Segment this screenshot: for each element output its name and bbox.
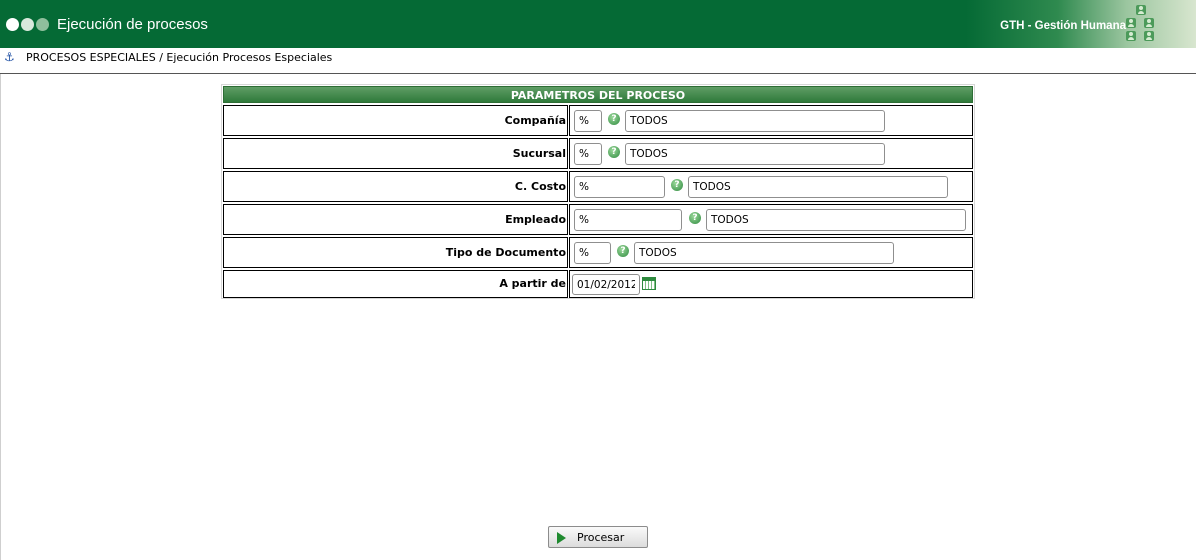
play-icon: [557, 532, 566, 544]
page-title: Ejecución de procesos: [57, 15, 208, 33]
user-group-icon: [1124, 5, 1160, 43]
divider: [0, 74, 1, 560]
param-label: A partir de: [223, 270, 568, 298]
process-button-label: Procesar: [577, 531, 625, 544]
compania-description-input[interactable]: [625, 110, 885, 132]
costo-description-input[interactable]: [688, 176, 948, 198]
help-icon[interactable]: ?: [671, 179, 683, 191]
param-row-costo: C. Costo ?: [223, 171, 973, 202]
param-label: Sucursal: [223, 138, 568, 169]
compania-code-input[interactable]: [574, 110, 602, 132]
process-button[interactable]: Procesar: [548, 526, 648, 548]
param-label: Tipo de Documento: [223, 237, 568, 268]
param-row-fecha: A partir de: [223, 270, 973, 298]
param-row-empleado: Empleado ?: [223, 204, 973, 235]
help-icon[interactable]: ?: [689, 212, 701, 224]
params-title: PARAMETROS DEL PROCESO: [223, 86, 973, 103]
sucursal-description-input[interactable]: [625, 143, 885, 165]
empleado-code-input[interactable]: [574, 209, 682, 231]
anchor-icon[interactable]: ⚓: [4, 50, 15, 64]
param-row-tipo-documento: Tipo de Documento ?: [223, 237, 973, 268]
tipo-documento-description-input[interactable]: [634, 242, 894, 264]
empleado-description-input[interactable]: [706, 209, 966, 231]
app-name: GTH - Gestión Humana: [1000, 20, 1126, 32]
help-icon[interactable]: ?: [608, 146, 620, 158]
app-header: Ejecución de procesos GTH - Gestión Huma…: [0, 0, 1196, 48]
param-label: C. Costo: [223, 171, 568, 202]
param-row-compania: Compañía ?: [223, 105, 973, 136]
logo-dots-icon: [6, 17, 51, 31]
sucursal-code-input[interactable]: [574, 143, 602, 165]
param-row-sucursal: Sucursal ?: [223, 138, 973, 169]
help-icon[interactable]: ?: [608, 113, 620, 125]
params-panel: PARAMETROS DEL PROCESO Compañía ? Sucurs…: [221, 84, 975, 299]
help-icon[interactable]: ?: [617, 245, 629, 257]
calendar-icon[interactable]: [642, 277, 656, 290]
fecha-input[interactable]: [572, 274, 640, 295]
breadcrumb-bar: ⚓ PROCESOS ESPECIALES / Ejecución Proces…: [0, 48, 1196, 74]
param-label: Empleado: [223, 204, 568, 235]
breadcrumb: PROCESOS ESPECIALES / Ejecución Procesos…: [26, 51, 333, 64]
param-label: Compañía: [223, 105, 568, 136]
costo-code-input[interactable]: [574, 176, 665, 198]
tipo-documento-code-input[interactable]: [574, 242, 611, 264]
